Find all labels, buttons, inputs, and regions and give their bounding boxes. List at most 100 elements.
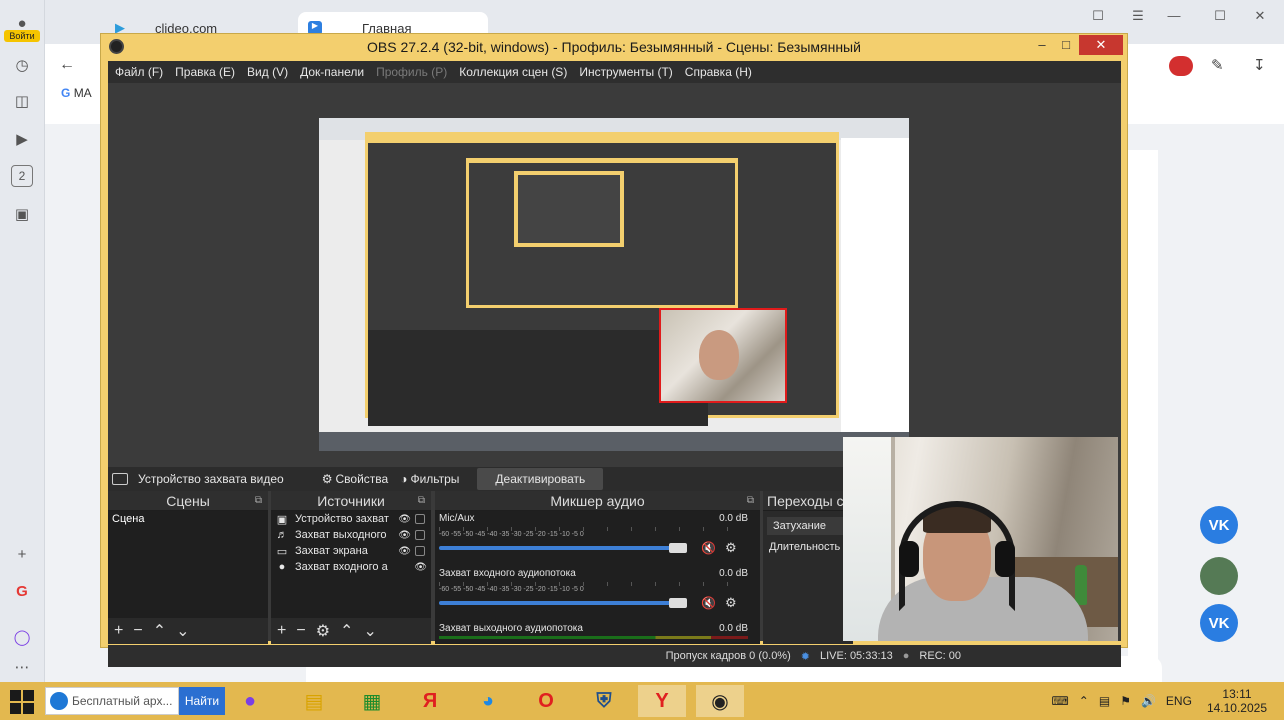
- keyboard-icon[interactable]: ⌨: [1051, 694, 1068, 708]
- chevron-up-icon[interactable]: ⌃: [340, 621, 353, 641]
- add-icon[interactable]: +: [11, 543, 33, 565]
- menu-docks[interactable]: Док-панели: [300, 65, 364, 79]
- chevron-up-icon[interactable]: ⌃: [153, 621, 166, 641]
- gear-icon[interactable]: ⚙: [725, 540, 737, 556]
- volume-handle[interactable]: [669, 543, 687, 553]
- bookmark-google[interactable]: G MA: [61, 86, 92, 100]
- media-icon[interactable]: ▶: [11, 128, 33, 150]
- close-button[interactable]: ✕: [1079, 35, 1123, 55]
- yandex-browser-icon[interactable]: Y: [638, 685, 686, 717]
- remove-icon[interactable]: −: [133, 622, 142, 640]
- opera-icon[interactable]: O: [522, 685, 570, 717]
- eye-icon[interactable]: 👁: [414, 562, 427, 573]
- clock[interactable]: 13:11 14.10.2025: [1202, 687, 1272, 715]
- maximize-icon[interactable]: ☐: [1209, 8, 1231, 26]
- eye-icon[interactable]: 👁: [398, 546, 411, 557]
- deactivate-button[interactable]: Деактивировать: [477, 468, 604, 490]
- minimize-button[interactable]: –: [1029, 36, 1055, 54]
- scenes-footer: + − ⌃ ⌄: [108, 618, 268, 644]
- list-item[interactable]: ▣ Устройство захват 👁: [271, 511, 431, 527]
- vk-icon[interactable]: VK: [1200, 506, 1238, 544]
- network-icon[interactable]: ▤: [1099, 694, 1110, 708]
- menu-icon[interactable]: ☰: [1127, 8, 1149, 26]
- list-item[interactable]: ♬ Захват выходного 👁: [271, 527, 431, 543]
- avatar[interactable]: [1200, 557, 1238, 595]
- flag-icon[interactable]: ⚑: [1120, 694, 1131, 708]
- search-button[interactable]: Найти: [179, 687, 225, 715]
- add-icon[interactable]: +: [114, 622, 123, 640]
- float-icon[interactable]: ⧉: [747, 491, 754, 511]
- volume-slider[interactable]: [439, 601, 679, 605]
- language-indicator[interactable]: ENG: [1166, 694, 1192, 708]
- defender-icon[interactable]: ⛨: [580, 685, 628, 717]
- yandex-icon[interactable]: Я: [406, 685, 454, 717]
- properties-button[interactable]: ⚙ Свойства: [322, 472, 388, 486]
- google-icon[interactable]: G: [11, 580, 33, 602]
- obs-icon[interactable]: ◉: [696, 685, 744, 717]
- back-icon[interactable]: ←: [59, 56, 75, 74]
- explorer-icon[interactable]: ▤: [290, 685, 338, 717]
- download-icon[interactable]: ↧: [1253, 56, 1266, 74]
- preview-canvas[interactable]: [108, 83, 1121, 467]
- window-title: OBS 27.2.4 (32-bit, windows) - Профиль: …: [367, 38, 861, 55]
- minimize-icon[interactable]: —: [1163, 8, 1185, 26]
- eye-icon[interactable]: 👁: [398, 530, 411, 541]
- menu-view[interactable]: Вид (V): [247, 65, 288, 79]
- store-icon[interactable]: ▦: [348, 685, 396, 717]
- maximize-button[interactable]: □: [1053, 36, 1079, 54]
- camera-icon: ▣: [276, 513, 288, 526]
- screenshot-icon[interactable]: ▣: [11, 203, 33, 225]
- obs-titlebar: OBS 27.2.4 (32-bit, windows) - Профиль: …: [101, 34, 1127, 59]
- source-toolbar: Устройство захвата видео ⚙ Свойства ◑ Фи…: [108, 467, 843, 491]
- menu-file[interactable]: Файл (F): [115, 65, 163, 79]
- list-item[interactable]: Сцена: [108, 511, 268, 527]
- extension-icon[interactable]: [1169, 56, 1193, 76]
- mute-icon[interactable]: 🔇: [701, 596, 716, 610]
- menu-edit[interactable]: Правка (E): [175, 65, 235, 79]
- menu-scene-collection[interactable]: Коллекция сцен (S): [459, 65, 567, 79]
- filters-button[interactable]: ◑ Фильтры: [400, 472, 459, 486]
- close-icon[interactable]: ✕: [1249, 8, 1271, 26]
- remove-icon[interactable]: −: [296, 622, 305, 640]
- transition-select[interactable]: Затухание: [767, 517, 849, 535]
- volume-slider[interactable]: [439, 546, 679, 550]
- chevron-down-icon[interactable]: ⌄: [363, 621, 376, 641]
- edge-icon[interactable]: ◕: [464, 685, 512, 717]
- meter-scale-labels: -60 -55 -50 -45 -40 -35 -30 -25 -20 -15 …: [439, 586, 584, 593]
- more-icon[interactable]: ⋯: [11, 656, 33, 678]
- collections-icon[interactable]: ◫: [11, 90, 33, 112]
- chevron-down-icon[interactable]: ⌄: [176, 621, 189, 641]
- camera-icon: [112, 473, 128, 485]
- add-icon[interactable]: +: [277, 622, 286, 640]
- list-item[interactable]: ● Захват входного а 👁: [271, 559, 431, 575]
- browser-icon: [50, 692, 68, 710]
- vk-icon[interactable]: VK: [1200, 604, 1238, 642]
- gear-icon[interactable]: ⚙: [316, 621, 330, 641]
- volume-icon[interactable]: 🔊: [1141, 694, 1156, 708]
- gear-icon[interactable]: ⚙: [725, 595, 737, 611]
- login-label[interactable]: Войти: [4, 30, 40, 42]
- status-bar: Пропуск кадров 0 (0.0%) ✹ LIVE: 05:33:13…: [108, 645, 1121, 667]
- float-icon[interactable]: ⧉: [255, 491, 262, 511]
- lock-icon[interactable]: [415, 530, 425, 540]
- alice-icon[interactable]: ◯: [11, 626, 33, 648]
- search-input[interactable]: Бесплатный арх...: [45, 687, 179, 715]
- menu-tools[interactable]: Инструменты (T): [579, 65, 672, 79]
- chevron-up-icon[interactable]: ⌃: [1079, 694, 1089, 708]
- eye-icon[interactable]: 👁: [398, 514, 411, 525]
- mute-icon[interactable]: 🔇: [701, 541, 716, 555]
- lock-icon[interactable]: [415, 546, 425, 556]
- rec-time: REC: 00: [919, 650, 961, 662]
- sidebar-badge[interactable]: 2: [11, 165, 33, 187]
- float-icon[interactable]: ⧉: [418, 491, 425, 511]
- share-icon[interactable]: ✎: [1211, 56, 1224, 74]
- alice-icon[interactable]: ●: [226, 685, 274, 717]
- menu-bar: Файл (F) Правка (E) Вид (V) Док-панели П…: [108, 61, 1121, 83]
- history-icon[interactable]: ◷: [11, 54, 33, 76]
- menu-help[interactable]: Справка (H): [685, 65, 752, 79]
- bookmark-icon[interactable]: ☐: [1087, 8, 1109, 26]
- lock-icon[interactable]: [415, 514, 425, 524]
- list-item[interactable]: ▭ Захват экрана 👁: [271, 543, 431, 559]
- volume-handle[interactable]: [669, 598, 687, 608]
- start-button[interactable]: [10, 690, 34, 714]
